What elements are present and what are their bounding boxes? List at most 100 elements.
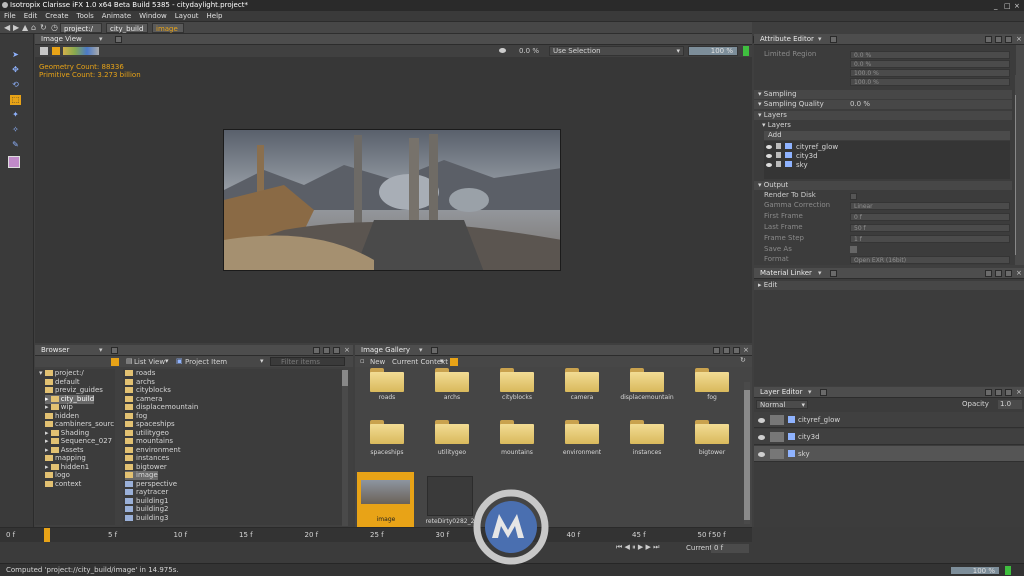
cursor-icon[interactable] [776, 143, 781, 149]
menu-animate[interactable]: Animate [98, 11, 135, 22]
menu-help[interactable]: Help [203, 11, 227, 22]
panel-close-icon[interactable]: × [1016, 268, 1022, 279]
tree-item[interactable]: context [45, 480, 81, 489]
gallery-folder[interactable]: camera [550, 368, 615, 418]
panel-float-icon[interactable] [985, 270, 992, 277]
browser-sync-icon[interactable] [111, 358, 119, 366]
refresh-icon[interactable]: ↻ [40, 23, 47, 32]
panel-float-icon[interactable] [713, 347, 720, 354]
gallery-folder[interactable]: environment [550, 416, 615, 466]
gallery-folder[interactable]: fog [680, 368, 745, 418]
eye-icon[interactable] [766, 145, 772, 149]
dropdown-arrow-icon[interactable]: ▾ [99, 34, 103, 45]
lock-icon[interactable] [115, 36, 122, 43]
panel-float-icon[interactable] [313, 347, 320, 354]
gallery-folder[interactable]: displacemountain [615, 368, 680, 418]
panel-float-icon[interactable] [985, 36, 992, 43]
gallery-folder[interactable]: spaceships [355, 416, 420, 466]
eye-icon[interactable] [758, 435, 765, 440]
channel-buttons[interactable] [63, 47, 99, 55]
last-frame-icon[interactable]: ⏭ [653, 543, 659, 551]
breadcrumb-city-build[interactable]: city_build [106, 23, 148, 33]
sampling-quality-value[interactable]: 0.0 % [850, 100, 870, 109]
panel-close-icon[interactable]: × [1016, 387, 1022, 398]
panel-close-icon[interactable]: × [344, 345, 350, 356]
lock-icon[interactable] [830, 36, 837, 43]
panel-maximize-icon[interactable] [1005, 389, 1012, 396]
panel-minimize-icon[interactable] [995, 270, 1002, 277]
limited-region-w[interactable]: 100.0 % [850, 69, 1010, 77]
panel-close-icon[interactable]: × [743, 345, 749, 356]
layer-editor-row[interactable]: city3d [754, 429, 1024, 445]
breadcrumb-project[interactable]: project:/ [60, 23, 102, 33]
breadcrumb-image[interactable]: image [152, 23, 184, 33]
sampling-section-header[interactable]: ▾ Sampling [754, 90, 1012, 99]
first-frame-icon[interactable]: ⏮ [616, 543, 625, 551]
dropdown-arrow-icon[interactable]: ▾ [818, 34, 822, 45]
forward-arrow-icon[interactable]: ▶ [13, 23, 19, 32]
menu-create[interactable]: Create [41, 11, 72, 22]
material-edit-row[interactable]: ▸ Edit [754, 281, 1024, 290]
eye-icon[interactable] [758, 452, 765, 457]
format-dropdown[interactable]: Open EXR (16bit) [850, 256, 1010, 264]
gallery-folder[interactable]: cityblocks [485, 368, 550, 418]
gallery-scrollbar[interactable] [744, 382, 750, 524]
right-edge-scrollbar[interactable] [1016, 45, 1024, 265]
filter-input[interactable]: Filter items [270, 357, 345, 366]
menu-file[interactable]: File [0, 11, 20, 22]
selection-dropdown[interactable]: Use Selection ▾ [549, 46, 684, 56]
history-icon[interactable]: ◷ [51, 23, 58, 32]
scale-tool-icon[interactable]: ⬚ [10, 95, 21, 105]
opacity-field[interactable]: 1.0 [998, 400, 1022, 409]
lock-icon[interactable] [111, 347, 118, 354]
layers-section-header[interactable]: ▾ Layers [754, 111, 1012, 120]
gallery-folder[interactable]: archs [420, 368, 485, 418]
limited-region-h[interactable]: 100.0 % [850, 78, 1010, 86]
panel-minimize-icon[interactable] [723, 347, 730, 354]
menu-tools[interactable]: Tools [73, 11, 98, 22]
output-section-header[interactable]: ▾ Output [754, 181, 1012, 190]
lock-icon[interactable] [830, 270, 837, 277]
back-arrow-icon[interactable]: ◀ [4, 23, 10, 32]
new-button[interactable]: New [370, 358, 385, 366]
gallery-folder[interactable]: utilitygeo [420, 416, 485, 466]
layers-subsection[interactable]: ▾ Layers [762, 121, 791, 130]
color-swatch[interactable] [8, 156, 20, 168]
dropdown-arrow-icon[interactable]: ▾ [99, 345, 103, 356]
up-arrow-icon[interactable]: ▲ [22, 23, 28, 32]
panel-minimize-icon[interactable] [995, 389, 1002, 396]
timeline-ruler[interactable]: 0 f 50 f 5 f10 f15 f20 f25 f30 f35 f40 f… [0, 528, 752, 542]
browser-list-item[interactable]: building3 [125, 514, 169, 523]
attribute-layer-item[interactable]: cityref_glow [766, 143, 838, 152]
cursor-icon[interactable] [776, 161, 781, 167]
layer-editor-row[interactable]: sky [754, 446, 1024, 462]
eye-icon[interactable] [766, 154, 772, 158]
home-icon[interactable]: ⌂ [31, 23, 36, 32]
prev-frame-icon[interactable]: ◀ [625, 543, 633, 551]
browser-scroll-thumb[interactable] [342, 370, 348, 386]
lock-icon[interactable] [431, 347, 438, 354]
panel-maximize-icon[interactable] [1005, 270, 1012, 277]
gallery-image-selected[interactable]: image [357, 472, 414, 528]
menu-layout[interactable]: Layout [171, 11, 203, 22]
dropdown-arrow-icon[interactable]: ▾ [419, 345, 423, 356]
gallery-settings-icon[interactable] [450, 358, 458, 366]
gamma-correction-dropdown[interactable]: Linear [850, 202, 1010, 210]
eye-icon[interactable] [766, 163, 772, 167]
gallery-image[interactable]: reteDirty0282_2 [425, 472, 475, 528]
eye-icon[interactable] [499, 48, 506, 53]
panel-minimize-icon[interactable] [323, 347, 330, 354]
menu-window[interactable]: Window [135, 11, 171, 22]
browser-scrollbar[interactable] [342, 370, 348, 526]
render-to-disk-checkbox[interactable] [850, 193, 857, 200]
blend-mode-dropdown[interactable]: Normal ▾ [756, 400, 808, 409]
add-layer-button[interactable]: Add [764, 131, 1010, 140]
gallery-folder[interactable]: bigtower [680, 416, 745, 466]
layer-editor-row[interactable]: cityref_glow [754, 412, 1024, 428]
panel-maximize-icon[interactable] [1005, 36, 1012, 43]
cursor-icon[interactable] [776, 152, 781, 158]
panel-maximize-icon[interactable] [733, 347, 740, 354]
light-tool-icon[interactable]: ✧ [10, 125, 21, 135]
current-frame-field[interactable]: 0 f [711, 544, 749, 553]
limited-region-x[interactable]: 0.0 % [850, 51, 1010, 59]
